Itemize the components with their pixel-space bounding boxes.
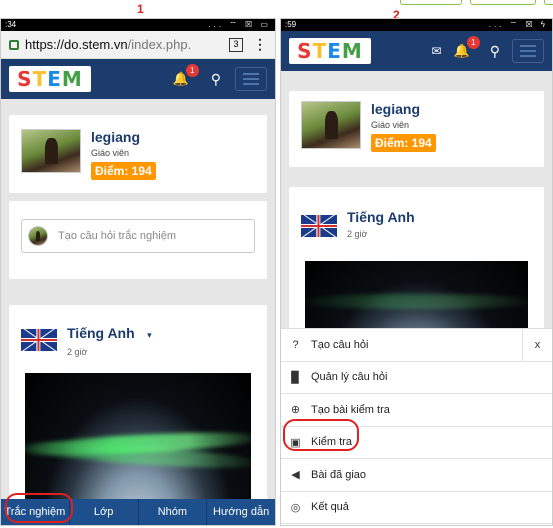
bell-icon[interactable]: 🔔 1 [454,36,480,59]
cropped-button [470,0,536,5]
url-path: /index.php. [127,37,192,52]
uk-flag-icon [21,329,57,351]
stem-logo[interactable]: STEM [289,38,371,64]
profile-role: Giáo viên [91,148,130,158]
bottom-nav-huong-dan[interactable]: Hướng dẫn [206,499,275,525]
url-host: https://do.stem.vn [25,37,128,52]
post-title[interactable]: Tiếng Anh [347,209,415,225]
phone-screen-2: :59 ... ⌔ ☒ ϟ STEM ✉ 🔔 1 ⚲ legiang Giáo v… [280,18,553,526]
stem-logo[interactable]: STEM [9,66,91,92]
status-bar: :59 ... ⌔ ☒ ϟ [281,19,552,31]
phone-screen-1: :34 ... ⌔ ☒ ▭ https://do.stem.vn/index.p… [0,18,276,526]
notification-badge: 1 [185,64,199,77]
post-image[interactable] [25,373,251,503]
profile-card: legiang Giáo viên Điểm: 194 [9,115,267,193]
step-number-1: 1 [137,2,144,16]
top-navbar: STEM 🔔 1 ⚲ [1,59,275,99]
highlight-circle [283,419,359,451]
top-navbar: STEM ✉ 🔔 1 ⚲ [281,31,552,71]
menu-item-tao-cau-hoi[interactable]: ? Tạo câu hỏi x [281,329,552,362]
bullhorn-icon: ◀ [291,469,300,482]
post-time: 2 giờ [67,347,88,357]
search-icon[interactable]: ⚲ [211,71,221,88]
status-time: :59 [285,20,297,29]
profile-name[interactable]: legiang [91,129,156,145]
profile-name[interactable]: legiang [371,101,436,117]
bottom-nav-lop[interactable]: Lớp [68,499,138,525]
profile-card: legiang Giáo viên Điểm: 194 [289,91,544,167]
profile-role: Giáo viên [371,120,410,130]
post-time: 2 giờ [347,229,368,239]
menu-item-bai-da-giao[interactable]: ◀ Bài đã giao [281,459,552,492]
menu-item-label: Kết quả [311,501,349,514]
menu-item-ket-qua[interactable]: ◎ Kết quả [281,492,552,524]
status-icons: ... ⌔ ☒ ϟ [488,20,548,29]
avatar[interactable] [301,101,361,149]
target-icon: ◎ [290,501,301,514]
notification-badge: 1 [466,36,480,49]
hamburger-menu-button[interactable] [235,67,267,91]
avatar [28,226,48,246]
hamburger-menu-button[interactable] [512,39,544,63]
menu-item-label: Tạo câu hỏi [311,338,369,351]
composer-placeholder: Tạo câu hỏi trắc nghiệm [58,230,177,242]
avatar[interactable] [21,129,81,173]
cropped-button [400,0,462,5]
search-icon[interactable]: ⚲ [490,43,500,60]
lock-icon [9,39,19,50]
mail-icon[interactable]: ✉ [431,44,441,58]
menu-item-label: Bài đã giao [311,468,367,481]
chevron-down-icon[interactable]: ▾ [147,330,152,340]
highlight-circle [5,493,73,523]
cropped-button [544,0,553,5]
question-circle-icon: ? [292,338,299,351]
plus-circle-icon: ⊕ [290,404,301,417]
question-composer-input[interactable]: Tạo câu hỏi trắc nghiệm [21,219,255,253]
composer-card: Tạo câu hỏi trắc nghiệm [9,201,267,279]
points-badge: Điểm: 194 [371,134,436,152]
close-button[interactable]: x [522,329,552,362]
status-bar: :34 ... ⌔ ☒ ▭ [1,19,275,31]
menu-item-label: Quản lý câu hỏi [311,371,388,384]
status-time: :34 [5,20,17,29]
url-text[interactable]: https://do.stem.vn/index.php. [25,37,219,52]
menu-item-quan-ly-cau-hoi[interactable]: ▉ Quản lý câu hỏi [281,362,552,394]
status-icons: ... ⌔ ☒ ▭ [208,20,271,29]
browser-menu-icon[interactable]: ⋮ [253,36,267,53]
points-badge: Điểm: 194 [91,162,156,180]
tab-count-button[interactable]: 3 [229,37,243,52]
uk-flag-icon [301,215,337,237]
menu-item-label: Tạo bài kiểm tra [311,403,390,416]
browser-url-bar[interactable]: https://do.stem.vn/index.php. 3 ⋮ [1,31,275,59]
post-title[interactable]: Tiếng Anh [67,325,135,341]
bottom-nav-nhom[interactable]: Nhóm [137,499,207,525]
bell-icon[interactable]: 🔔 1 [173,64,199,87]
book-icon: ▉ [291,371,300,384]
